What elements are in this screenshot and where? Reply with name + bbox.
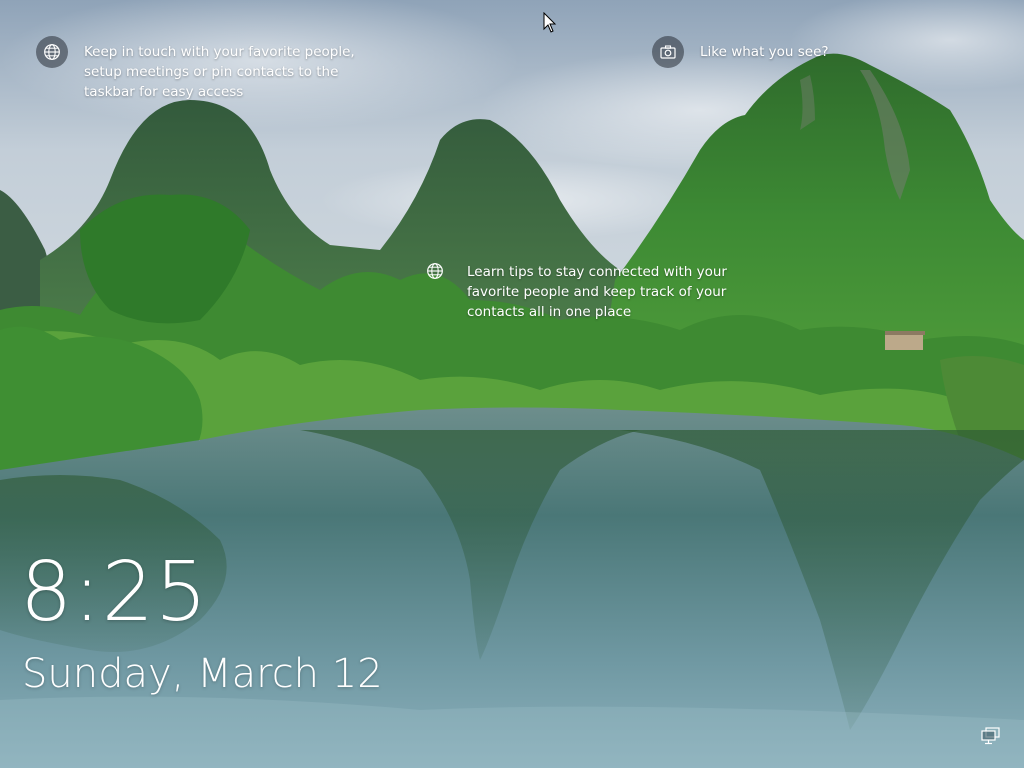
mouse-cursor-icon	[543, 12, 557, 33]
tip-text: Keep in touch with your favorite people,…	[84, 44, 355, 100]
tip-text: Like what you see?	[700, 44, 829, 60]
network-icon	[981, 727, 1000, 745]
tip-keep-in-touch[interactable]: Keep in touch with your favorite people,…	[36, 36, 374, 102]
tip-stay-connected[interactable]: Learn tips to stay connected with your f…	[424, 262, 737, 322]
lock-screen-clock: 8:25	[20, 545, 209, 640]
tip-like-what-you-see[interactable]: Like what you see?	[652, 36, 829, 68]
globe-icon	[424, 260, 446, 282]
lock-screen-date: Sunday, March 12	[22, 651, 383, 697]
camera-icon	[652, 36, 684, 68]
tip-text: Learn tips to stay connected with your f…	[467, 264, 727, 320]
globe-icon	[36, 36, 68, 68]
lock-screen[interactable]: Keep in touch with your favorite people,…	[0, 0, 1024, 768]
network-button[interactable]	[980, 726, 1002, 746]
